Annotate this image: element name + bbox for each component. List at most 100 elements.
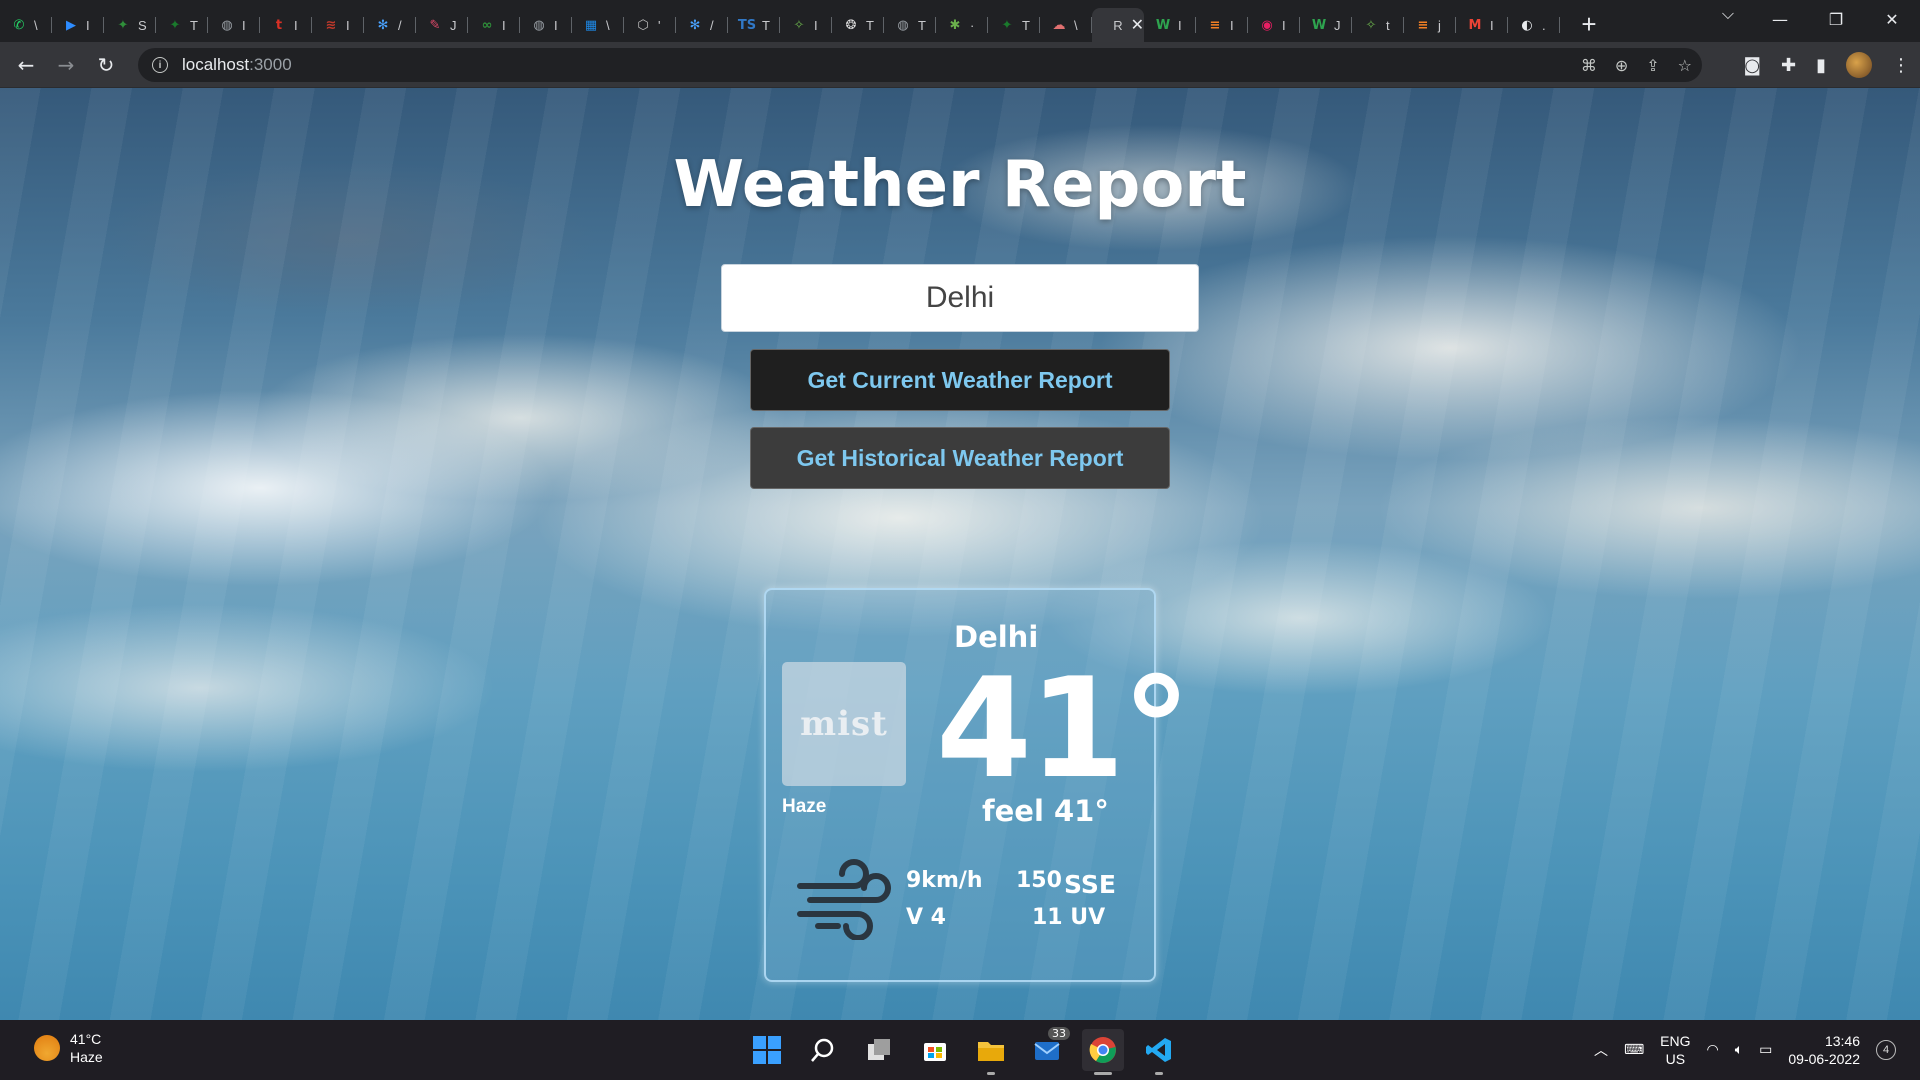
tab-title: J: [1334, 17, 1341, 33]
browser-tab[interactable]: R ✕: [1092, 8, 1144, 42]
task-view-button[interactable]: [858, 1029, 900, 1071]
browser-tab[interactable]: ✻ /: [364, 8, 416, 42]
zoom-icon[interactable]: ⊕: [1615, 56, 1628, 75]
tab-title: I: [242, 17, 246, 33]
back-button[interactable]: ←: [6, 45, 46, 85]
get-historical-weather-button[interactable]: Get Historical Weather Report: [750, 427, 1170, 489]
zoom-icon: ▶: [66, 17, 76, 33]
start-button[interactable]: [746, 1029, 788, 1071]
store-button[interactable]: [914, 1029, 956, 1071]
browser-tab[interactable]: ≡ j: [1404, 8, 1456, 42]
visibility: V 4: [906, 905, 946, 930]
get-current-weather-button[interactable]: Get Current Weather Report: [750, 349, 1170, 411]
active-indicator: [1094, 1072, 1112, 1075]
browser-tab[interactable]: ∞ I: [468, 8, 520, 42]
extensions-icon[interactable]: ✚: [1781, 55, 1796, 76]
forward-button[interactable]: →: [46, 45, 86, 85]
github-icon: ◐: [1521, 17, 1533, 33]
feather-icon: ✎: [429, 17, 441, 33]
browser-tab[interactable]: ◐.: [1508, 8, 1560, 42]
notification-count[interactable]: 4: [1876, 1040, 1896, 1060]
browser-tab[interactable]: ✧ t: [1352, 8, 1404, 42]
mail-icon: [1034, 1042, 1060, 1060]
browser-tab[interactable]: ❂ T: [832, 8, 884, 42]
browser-tab[interactable]: ✦ T: [156, 8, 208, 42]
clock[interactable]: 13:46 09-06-2022: [1788, 1032, 1860, 1068]
cloud-icon: ☁: [1052, 17, 1066, 33]
close-tab-icon[interactable]: ✕: [1131, 15, 1144, 35]
browser-tab[interactable]: ≡ I: [1196, 8, 1248, 42]
url-text[interactable]: localhost:3000: [182, 55, 292, 75]
browser-tab[interactable]: ✦ S: [104, 8, 156, 42]
new-tab-button[interactable]: +: [1572, 7, 1606, 41]
address-bar[interactable]: i localhost:3000 ⌘ ⊕ ⇪ ☆: [138, 48, 1702, 82]
browser-tab[interactable]: ≋ I: [312, 8, 364, 42]
bookmark-star-icon[interactable]: ☆: [1678, 56, 1692, 75]
temperature: 41°: [936, 648, 1191, 809]
taskbar-weather-condition: Haze: [70, 1049, 103, 1065]
battery-icon[interactable]: ▭: [1759, 1042, 1772, 1058]
browser-tab[interactable]: ◍ T: [884, 8, 936, 42]
tab-title: I: [1490, 17, 1494, 33]
tab-title: T: [918, 17, 926, 33]
menu-kebab-icon[interactable]: ⋮: [1892, 55, 1910, 76]
icon-text: mist: [800, 704, 888, 744]
windows-logo-icon: [753, 1036, 781, 1064]
tab-title: I: [346, 17, 350, 33]
browser-tab[interactable]: ▦ \: [572, 8, 624, 42]
volume-icon[interactable]: 🔈︎: [1735, 1042, 1743, 1058]
language-indicator[interactable]: ENG US: [1660, 1032, 1690, 1068]
profile-avatar[interactable]: [1846, 52, 1872, 78]
side-panel-icon[interactable]: ▮: [1816, 55, 1826, 76]
page-viewport: Weather Report Get Current Weather Repor…: [0, 88, 1920, 1020]
browser-tab[interactable]: ✆ \: [0, 8, 52, 42]
city-input[interactable]: [721, 264, 1199, 332]
tab-title: I: [1282, 17, 1286, 33]
record-icon: ◉: [1261, 17, 1273, 33]
browser-tab[interactable]: ◍ I: [520, 8, 572, 42]
browser-tab[interactable]: ✧ I: [780, 8, 832, 42]
browser-tab[interactable]: ▶ I: [52, 8, 104, 42]
site-info-icon[interactable]: i: [152, 57, 168, 73]
browser-tab[interactable]: MI: [1456, 8, 1508, 42]
chrome-button[interactable]: [1082, 1029, 1124, 1075]
tab-title: I: [1178, 17, 1182, 33]
wifi-icon[interactable]: ◠: [1707, 1042, 1719, 1058]
show-hidden-icons-chevron-icon[interactable]: ︿: [1594, 1040, 1608, 1060]
browser-tab[interactable]: WJ: [1300, 8, 1352, 42]
taskbar-weather-widget[interactable]: 41°C Haze: [34, 1030, 103, 1066]
browser-tab[interactable]: ⬡ ': [624, 8, 676, 42]
run-icon: ✦: [169, 17, 181, 33]
restore-button[interactable]: ❐: [1808, 10, 1864, 29]
browser-tab[interactable]: ✦ T: [988, 8, 1040, 42]
search-button[interactable]: [802, 1029, 844, 1071]
browser-tab[interactable]: ◉ I: [1248, 8, 1300, 42]
close-window-button[interactable]: ✕: [1864, 10, 1920, 29]
browser-toolbar: ← → ↻ i localhost:3000 ⌘ ⊕ ⇪ ☆ ◙ ✚ ▮ ⋮: [0, 42, 1920, 88]
keyboard-icon[interactable]: ⌨: [1624, 1042, 1644, 1058]
file-explorer-button[interactable]: [970, 1029, 1012, 1075]
browser-tab[interactable]: ◍ I: [208, 8, 260, 42]
infinity-icon: ∞: [481, 17, 493, 33]
reload-button[interactable]: ↻: [86, 45, 126, 85]
w-icon: W: [1155, 17, 1171, 33]
running-indicator: [1155, 1072, 1163, 1075]
translate-icon[interactable]: ⌘: [1581, 56, 1597, 75]
browser-tab[interactable]: ✻ /: [676, 8, 728, 42]
tab-search-icon[interactable]: ⌵: [1722, 4, 1734, 24]
browser-tab[interactable]: ✱ ·: [936, 8, 988, 42]
weather-card: Delhi mist Haze 41° feel 41° 9km/h 150 S…: [764, 588, 1191, 982]
tab-title: j: [1438, 17, 1441, 33]
browser-tab[interactable]: ☁ \: [1040, 8, 1092, 42]
task-view-icon: [868, 1039, 890, 1060]
browser-tab[interactable]: ✎ J: [416, 8, 468, 42]
share-icon[interactable]: ⇪: [1646, 56, 1659, 75]
browser-tab[interactable]: WI: [1144, 8, 1196, 42]
vscode-button[interactable]: [1138, 1029, 1180, 1075]
minimize-button[interactable]: —: [1752, 10, 1808, 29]
camera-icon[interactable]: ◙: [1744, 55, 1761, 76]
tab-title: /: [398, 17, 402, 33]
browser-tab[interactable]: TS T: [728, 8, 780, 42]
mail-button[interactable]: 33: [1026, 1027, 1070, 1071]
browser-tab[interactable]: tI: [260, 8, 312, 42]
